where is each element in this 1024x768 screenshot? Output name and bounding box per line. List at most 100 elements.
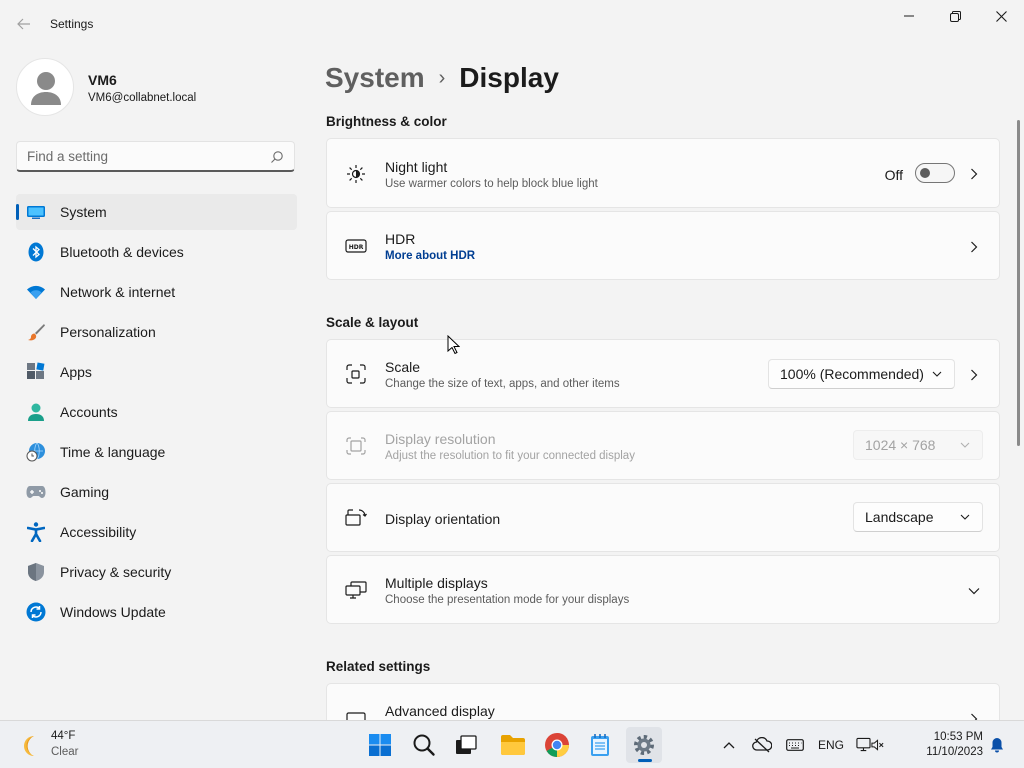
notifications-button[interactable] (986, 733, 1008, 757)
search-icon[interactable] (270, 150, 284, 164)
taskbar: 44°F Clear ENG 10:53 PM 11/10/2023 (0, 720, 1024, 768)
content-scrollbar[interactable] (1017, 120, 1020, 446)
network-icon (856, 737, 871, 752)
sidebar-item-accounts[interactable]: Accounts (16, 394, 297, 430)
night-light-card[interactable]: Night light Use warmer colors to help bl… (326, 138, 1000, 208)
task-view-button[interactable] (448, 727, 484, 763)
close-button[interactable] (978, 0, 1024, 32)
sidebar-item-system[interactable]: System (16, 194, 297, 230)
notepad-button[interactable] (582, 727, 618, 763)
chevron-right-icon (967, 167, 981, 181)
search-input[interactable] (17, 142, 257, 170)
accounts-icon (26, 402, 46, 422)
taskbar-search-button[interactable] (406, 727, 442, 763)
search-icon (413, 734, 435, 756)
language-indicator: ENG (817, 738, 844, 752)
orientation-icon (345, 507, 367, 529)
night-light-toggle[interactable] (915, 163, 955, 183)
multiple-displays-card[interactable]: Multiple displays Choose the presentatio… (326, 555, 1000, 624)
start-button[interactable] (362, 727, 398, 763)
sidebar-item-privacy[interactable]: Privacy & security (16, 554, 297, 590)
sidebar-item-apps[interactable]: Apps (16, 354, 297, 390)
clock-time: 10:53 PM (933, 731, 983, 743)
back-button[interactable] (12, 12, 36, 36)
weather-widget[interactable]: 44°F Clear (16, 729, 116, 761)
shield-icon (26, 562, 46, 582)
more-about-hdr-link[interactable]: More about HDR (385, 250, 475, 262)
sidebar-item-network[interactable]: Network & internet (16, 274, 297, 310)
minimize-button[interactable] (886, 0, 932, 32)
breadcrumb-parent[interactable]: System (325, 62, 425, 94)
card-subtitle: Change the size of text, apps, and other… (385, 378, 620, 390)
section-title-scale-layout: Scale & layout (326, 315, 419, 330)
scale-dropdown[interactable]: 100% (Recommended) (768, 359, 955, 389)
touch-keyboard-button[interactable] (783, 733, 807, 757)
bluetooth-icon (26, 242, 46, 262)
sidebar-item-accessibility[interactable]: Accessibility (16, 514, 297, 550)
display-orientation-card: Display orientation Landscape (326, 483, 1000, 552)
sidebar-item-label: Accounts (60, 404, 118, 420)
orientation-dropdown[interactable]: Landscape (853, 502, 983, 532)
weather-temperature: 44°F (51, 730, 76, 742)
cloud-offline-icon (752, 737, 772, 753)
apps-icon (26, 362, 46, 382)
search-box (16, 141, 295, 172)
card-title: Display orientation (385, 511, 501, 527)
card-subtitle: Choose the presentation mode for your di… (385, 594, 630, 606)
bell-icon (991, 738, 1003, 753)
sidebar-item-label: Network & internet (60, 284, 176, 300)
section-title-brightness: Brightness & color (326, 114, 447, 129)
chrome-button[interactable] (539, 727, 575, 763)
gamepad-icon (26, 482, 46, 502)
sidebar-item-label: Apps (60, 364, 92, 380)
clock[interactable]: 10:53 PM 11/10/2023 (913, 730, 983, 760)
minimize-icon (904, 15, 914, 17)
onedrive-tray-button[interactable] (750, 733, 774, 757)
card-title: Night light (385, 159, 448, 175)
restore-icon (949, 10, 961, 22)
mouse-cursor-icon (447, 335, 460, 355)
sidebar-item-windows-update[interactable]: Windows Update (16, 594, 297, 630)
moon-icon (24, 736, 34, 756)
card-subtitle: Adjust the resolution to fit your connec… (385, 450, 635, 462)
sidebar-item-time-language[interactable]: Time & language (16, 434, 297, 470)
maximize-button[interactable] (932, 0, 978, 32)
active-app-indicator (638, 759, 652, 762)
hdr-card[interactable]: HDR HDR More about HDR (326, 211, 1000, 280)
input-language-button[interactable]: ENG (814, 733, 848, 757)
multiple-displays-icon (345, 579, 367, 601)
user-profile[interactable]: VM6 VM6@collabnet.local (16, 58, 296, 118)
file-explorer-button[interactable] (495, 727, 531, 763)
toggle-state-label: Off (884, 167, 903, 183)
card-title: Scale (385, 359, 421, 375)
sidebar-item-personalization[interactable]: Personalization (16, 314, 297, 350)
sidebar-item-label: Bluetooth & devices (60, 244, 184, 260)
clock-date: 11/10/2023 (926, 746, 983, 758)
dropdown-value: 1024 × 768 (865, 437, 936, 453)
chevron-down-icon (960, 440, 970, 450)
toggle-knob (920, 168, 930, 178)
settings-button[interactable] (626, 727, 662, 763)
user-avatar-icon (31, 72, 61, 105)
dropdown-value: Landscape (865, 509, 934, 525)
weather-condition: Clear (51, 746, 79, 758)
user-email: VM6@collabnet.local (88, 92, 197, 104)
show-hidden-icons-button[interactable] (718, 733, 740, 757)
network-volume-tray[interactable] (856, 733, 884, 757)
paintbrush-icon (26, 322, 46, 342)
sidebar-item-label: Windows Update (60, 604, 166, 620)
chevron-down-icon (932, 369, 942, 379)
notepad-icon (591, 734, 609, 756)
windows-update-icon (26, 602, 46, 622)
breadcrumb: System › Display (325, 58, 559, 98)
sidebar-item-gaming[interactable]: Gaming (16, 474, 297, 510)
sidebar-item-bluetooth[interactable]: Bluetooth & devices (16, 234, 297, 270)
chrome-icon (545, 733, 569, 757)
settings-icon (634, 735, 654, 755)
file-explorer-icon (501, 735, 525, 755)
system-icon (26, 202, 46, 222)
scale-card[interactable]: Scale Change the size of text, apps, and… (326, 339, 1000, 408)
sidebar-item-label: Accessibility (60, 524, 137, 540)
user-name: VM6 (88, 72, 117, 88)
chevron-down-icon[interactable] (967, 584, 981, 598)
